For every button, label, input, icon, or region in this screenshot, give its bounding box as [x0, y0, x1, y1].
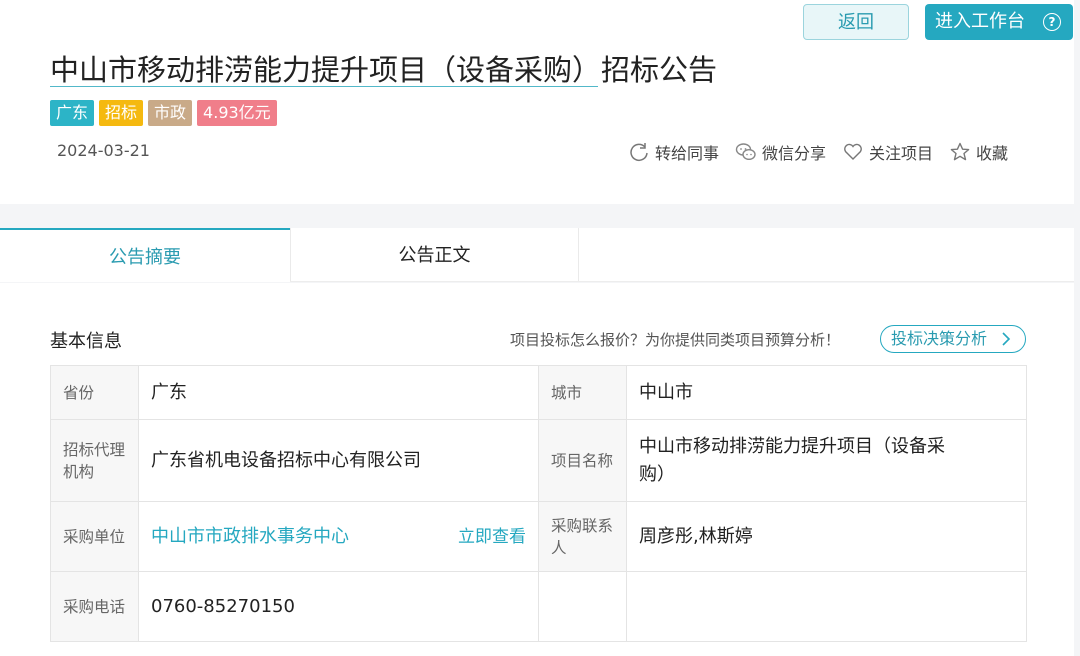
heart-icon	[844, 143, 862, 160]
contact-label: 采购联系人	[538, 501, 627, 572]
table-row: 采购单位 立即查看 中山市市政排水事务中心 采购联系人 周彦彤,林斯婷	[50, 501, 1027, 572]
back-button[interactable]: 返回	[803, 4, 909, 40]
empty-label-cell	[538, 571, 627, 642]
agency-label: 招标代理机构	[50, 419, 139, 502]
title-underline	[50, 86, 598, 87]
page-title: 中山市移动排涝能力提升项目（设备采购）招标公告	[50, 53, 718, 87]
province-label: 省份	[50, 365, 139, 420]
analysis-hint: 项目投标怎么报价？为你提供同类项目预算分析！	[510, 331, 841, 349]
section-title: 基本信息	[50, 331, 122, 352]
publish-date: 2024-03-21	[57, 141, 150, 160]
star-icon	[950, 142, 970, 161]
bid-analysis-label: 投标决策分析	[891, 329, 988, 348]
wechat-share-label: 微信分享	[762, 144, 827, 163]
city-label: 城市	[538, 365, 627, 420]
forward-icon	[630, 143, 648, 162]
purchaser-cell: 立即查看 中山市市政排水事务中心	[138, 501, 539, 572]
city-value: 中山市	[626, 365, 1027, 420]
tab-bar: 公告摘要 公告正文	[0, 228, 1074, 282]
tab-full-text[interactable]: 公告正文	[290, 228, 579, 282]
enter-workbench-button[interactable]: 进入工作台 ?	[925, 4, 1073, 40]
tab-divider	[290, 281, 1074, 282]
type-tag: 招标	[99, 100, 144, 126]
table-row: 采购电话 0760-85270150	[50, 571, 1027, 642]
follow-project-label: 关注项目	[869, 144, 934, 163]
agency-value: 广东省机电设备招标中心有限公司	[138, 419, 539, 502]
phone-label: 采购电话	[50, 571, 139, 642]
province-value: 广东	[138, 365, 539, 420]
action-bar: 转给同事 微信分享 关注项目 收藏	[628, 139, 1008, 165]
province-tag: 广东	[50, 100, 95, 126]
project-header: 返回 进入工作台 ? 中山市移动排涝能力提升项目（设备采购）招标公告 广东 招标…	[0, 0, 1074, 204]
phone-value: 0760-85270150	[138, 571, 539, 642]
help-icon[interactable]: ?	[1043, 13, 1061, 31]
favorite-button[interactable]: 收藏	[949, 140, 1008, 164]
chevron-right-icon	[1001, 326, 1011, 360]
forward-label: 转给同事	[655, 144, 720, 163]
project-name-value: 中山市移动排涝能力提升项目（设备采购）	[626, 419, 1027, 502]
summary-panel: 基本信息 项目投标怎么报价？为你提供同类项目预算分析！ 投标决策分析 省份 广东…	[0, 283, 1074, 656]
favorite-label: 收藏	[976, 144, 1009, 163]
contact-value: 周彦彤,林斯婷	[626, 501, 1027, 572]
basic-info-table: 省份 广东 城市 中山市 招标代理机构 广东省机电设备招标中心有限公司 项目名称…	[50, 365, 1027, 642]
budget-tag: 4.93亿元	[197, 100, 277, 126]
forward-to-colleague-button[interactable]: 转给同事	[628, 140, 719, 164]
tab-summary[interactable]: 公告摘要	[0, 228, 290, 282]
purchaser-label: 采购单位	[50, 501, 139, 572]
project-name-label: 项目名称	[538, 419, 627, 502]
follow-project-button[interactable]: 关注项目	[842, 140, 933, 164]
category-tag: 市政	[148, 100, 193, 126]
tag-list: 广东 招标 市政 4.93亿元	[50, 100, 277, 126]
bid-analysis-button[interactable]: 投标决策分析	[880, 325, 1026, 353]
purchaser-link[interactable]: 中山市市政排水事务中心	[151, 526, 349, 547]
view-now-link[interactable]: 立即查看	[458, 523, 526, 551]
enter-workbench-label: 进入工作台	[935, 11, 1025, 32]
empty-value-cell	[626, 571, 1027, 642]
table-row: 省份 广东 城市 中山市	[50, 365, 1027, 420]
wechat-icon	[735, 143, 756, 161]
wechat-share-button[interactable]: 微信分享	[735, 140, 826, 164]
table-row: 招标代理机构 广东省机电设备招标中心有限公司 项目名称 中山市移动排涝能力提升项…	[50, 419, 1027, 502]
